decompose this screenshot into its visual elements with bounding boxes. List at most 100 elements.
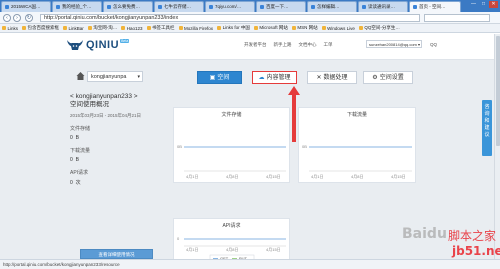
watermark-brand: Baidu <box>402 226 447 242</box>
refresh-icon[interactable]: ↻ <box>25 14 33 22</box>
x-tick-label: 4月15日 <box>266 247 281 252</box>
browser-tab[interactable]: 怎么要免费… <box>103 1 153 12</box>
cloud-icon: ☁ <box>258 74 265 81</box>
bookmark-item[interactable]: 包含百度搜索框 <box>22 25 59 31</box>
stat-value: 0 B <box>70 157 79 163</box>
browser-tab[interactable]: 怎样编辑… <box>307 1 357 12</box>
favicon-icon <box>413 4 417 9</box>
usage-summary-panel: < kongjianyunpan233 > 空间使用概况 2015年03月23日… <box>70 93 166 261</box>
bookmark-item[interactable]: QQ空间-分享生… <box>358 25 400 31</box>
traffic-chart-card: 下载流量 0B 4月1日 4月8日 4月15日 <box>298 107 416 183</box>
back-button[interactable]: ‹ <box>3 14 11 22</box>
feedback-rail-button[interactable]: 咨询和建议 <box>482 100 492 156</box>
bookmark-item[interactable]: Hao123 <box>121 26 143 31</box>
browser-tab-strip: 2015WCA国… 我的经验_个… 怎么要免费… 七牛云存储… 7qiyu.co… <box>0 0 500 12</box>
bookmark-item[interactable]: Links <box>2 26 18 31</box>
bookmark-item[interactable]: Microsoft 网站 <box>253 25 288 31</box>
browser-tab[interactable]: 7qiyu.com/… <box>205 1 255 12</box>
user-account-dropdown[interactable]: sunzehan200814@qq.com <box>366 40 422 48</box>
bookmark-item[interactable]: LinkBar <box>63 26 84 31</box>
watermark-domain: jb51.net <box>452 244 500 258</box>
favicon-icon <box>158 4 162 9</box>
qiniu-logo[interactable]: QINIU Beta <box>66 38 130 52</box>
favicon-icon <box>107 4 111 9</box>
tab-space[interactable]: ▣ 空间 <box>197 71 242 84</box>
bookmark-item[interactable]: 淘宝网-淘… <box>87 25 117 31</box>
x-tick-label: 4月8日 <box>226 174 238 179</box>
bookmark-icon <box>146 26 151 30</box>
tab-space-settings[interactable]: ⚙ 空间设置 <box>363 71 413 84</box>
browser-tab[interactable]: 百度一下… <box>256 1 306 12</box>
storage-chart-card: 文件存储 0B 4月1日 4月8日 4月15日 <box>173 107 290 183</box>
tab-data-processing[interactable]: ✕ 数据处理 <box>307 71 357 84</box>
tab-label: 怎么要免费… <box>113 4 140 9</box>
tab-label: 2015WCA国… <box>11 4 41 9</box>
bookmarks-bar: Links 包含百度搜索框 LinkBar 淘宝网-淘… Hao123 书签工具… <box>0 24 500 33</box>
close-window-button[interactable]: ✕ <box>489 1 498 8</box>
y-tick-label: 0 <box>177 236 180 241</box>
browser-tab[interactable]: 七牛云存储… <box>154 1 204 12</box>
browser-search-input[interactable] <box>424 14 490 22</box>
panel-subtitle: 空间使用概况 <box>70 101 109 108</box>
date-range: 2015年03月23日 - 2015年04月21日 <box>70 113 142 118</box>
feedback-label: 咨询和建议 <box>484 104 490 138</box>
x-tick-label: 4月15日 <box>266 174 281 179</box>
site-header: QINIU Beta 开发者平台 新手上路 文档中心 工单 sunzehan20… <box>0 33 500 60</box>
header-links: 开发者平台 新手上路 文档中心 工单 <box>244 42 340 48</box>
logo-text: QINIU <box>86 39 120 51</box>
header-link[interactable]: 文档中心 <box>299 42 317 48</box>
view-usage-details-button[interactable]: 查看详细使用情况 <box>80 249 153 259</box>
bookmark-item[interactable]: Windows Live <box>321 26 355 31</box>
qq-link[interactable]: QQ <box>430 42 437 47</box>
address-bar[interactable]: http://portal.qiniu.com/bucket/kongjiany… <box>40 14 420 22</box>
favicon-icon <box>56 4 60 9</box>
browser-tab[interactable]: 2015WCA国… <box>1 1 51 12</box>
scroll-thumb[interactable] <box>496 36 500 146</box>
x-tick-label: 4月8日 <box>351 174 363 179</box>
y-tick-label: 0B <box>302 144 307 149</box>
x-tick-label: 4月1日 <box>186 174 198 179</box>
bookmark-item[interactable]: MSN 网站 <box>291 25 318 31</box>
shuffle-icon: ✕ <box>316 74 322 81</box>
home-icon[interactable] <box>76 71 85 81</box>
header-link[interactable]: 工单 <box>324 42 333 48</box>
stat-label: API请求 <box>70 170 89 176</box>
bookmark-item[interactable]: Mozilla Firefox <box>178 26 213 31</box>
annotation-arrow <box>288 86 300 142</box>
maximize-button[interactable]: □ <box>479 1 488 8</box>
gear-icon: ⚙ <box>372 74 378 81</box>
x-tick-label: 4月1日 <box>186 247 198 252</box>
x-tick-label: 4月1日 <box>311 174 323 179</box>
header-link[interactable]: 新手上路 <box>274 42 292 48</box>
y-tick-label: 0B <box>177 144 182 149</box>
bookmark-icon <box>63 26 68 30</box>
stat-label: 下载流量 <box>70 148 91 154</box>
bull-logo-icon <box>67 40 83 50</box>
bookmark-item[interactable]: Links for 中国 <box>217 25 250 31</box>
bookmark-icon <box>358 26 363 30</box>
header-link[interactable]: 开发者平台 <box>244 42 267 48</box>
favicon-icon <box>311 4 315 9</box>
stat-label: 文件存储 <box>70 126 91 132</box>
tab-label: 百度一下… <box>266 4 289 9</box>
tab-label: 读读通讯录… <box>368 4 395 9</box>
favicon-icon <box>362 4 366 9</box>
tab-label: 首页 - 空间… <box>419 4 446 9</box>
bookmark-icon <box>321 26 326 30</box>
browser-tab-active[interactable]: 首页 - 空间… <box>409 1 461 12</box>
favicon-icon <box>209 4 213 9</box>
bucket-name-nav[interactable]: < kongjianyunpan233 > <box>70 93 166 101</box>
minimize-button[interactable]: — <box>469 1 478 8</box>
bookmark-item[interactable]: 书签工具栏 <box>146 25 175 31</box>
browser-tab[interactable]: 读读通讯录… <box>358 1 408 12</box>
forward-button[interactable]: › <box>13 14 21 22</box>
stat-value: 0 B <box>70 135 79 141</box>
browser-tab[interactable]: 我的经验_个… <box>52 1 102 12</box>
bookmark-icon <box>253 26 258 30</box>
browser-nav-bar: ‹ › ↻ http://portal.qiniu.com/bucket/kon… <box>0 12 500 24</box>
tab-content-management[interactable]: ☁ 内容管理 <box>252 71 297 84</box>
tab-label: 七牛云存储… <box>164 4 191 9</box>
bucket-select[interactable]: kongjianyunpa <box>87 71 143 82</box>
x-tick-label: 4月15日 <box>391 174 406 179</box>
api-chart-card: API请求 0 4月1日 4月8日 4月15日 GET PUT <box>173 218 290 264</box>
